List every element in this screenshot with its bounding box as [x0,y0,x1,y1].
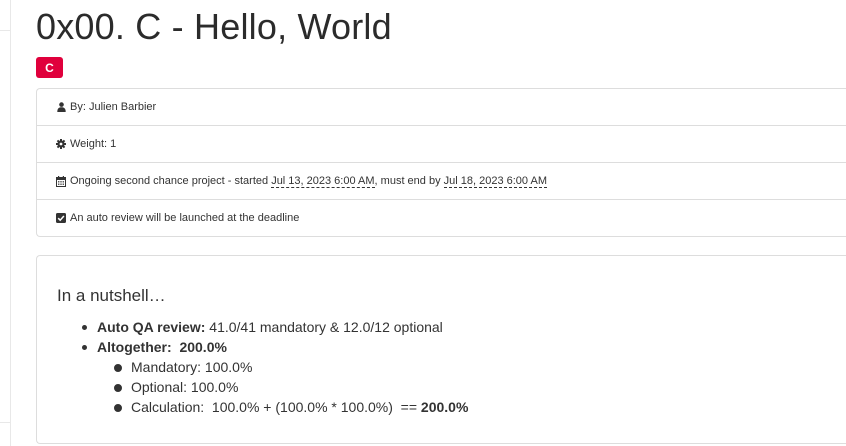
calculation-text: Calculation: 100.0% + (100.0% * 100.0%) … [131,399,421,415]
summary-panel: In a nutshell… Auto QA review: 41.0/41 m… [36,255,846,444]
schedule-prefix: Ongoing second chance project - started [70,175,272,187]
qa-review-value: 41.0/41 mandatory & 12.0/12 optional [205,319,443,335]
weight-text: Weight: 1 [70,138,117,150]
auto-review-text: An auto review will be launched at the d… [70,212,300,224]
summary-list: Auto QA review: 41.0/41 mandatory & 12.0… [79,317,443,357]
project-meta-panel: By: Julien Barbier Weight: 1 Ongoing sec… [36,88,846,237]
end-date: Jul 18, 2023 6:00 AM [443,174,547,188]
checkbox-checked-icon [55,213,67,223]
altogether-item: Altogether: 200.0% [79,337,443,357]
schedule-row: Ongoing second chance project - started … [37,163,846,200]
score-breakdown-list: Mandatory: 100.0% Optional: 100.0% Calcu… [113,357,468,417]
qa-review-label: Auto QA review: [97,319,206,335]
mandatory-score: Mandatory: 100.0% [113,357,468,377]
calculation-result: 200.0% [420,399,469,415]
calendar-icon [55,175,67,187]
summary-title: In a nutshell… [57,286,166,305]
altogether-label: Altogether: [97,339,172,355]
user-icon [55,102,67,112]
cog-icon [55,139,67,149]
optional-score: Optional: 100.0% [113,377,468,397]
author-row: By: Julien Barbier [37,89,846,126]
left-sidebar-edge [0,0,11,446]
page-title: 0x00. C - Hello, World [36,6,392,47]
sidebar-divider [0,422,11,423]
qa-review-item: Auto QA review: 41.0/41 mandatory & 12.0… [79,317,443,337]
language-badge: C [36,57,63,78]
calculation-item: Calculation: 100.0% + (100.0% * 100.0%) … [113,397,468,417]
auto-review-row: An auto review will be launched at the d… [37,200,846,236]
author-text: By: Julien Barbier [70,101,157,113]
altogether-value: 200.0% [179,339,227,355]
start-date: Jul 13, 2023 6:00 AM [271,174,375,188]
sidebar-divider [0,30,11,31]
weight-row: Weight: 1 [37,126,846,163]
schedule-middle: , must end by [374,175,444,187]
